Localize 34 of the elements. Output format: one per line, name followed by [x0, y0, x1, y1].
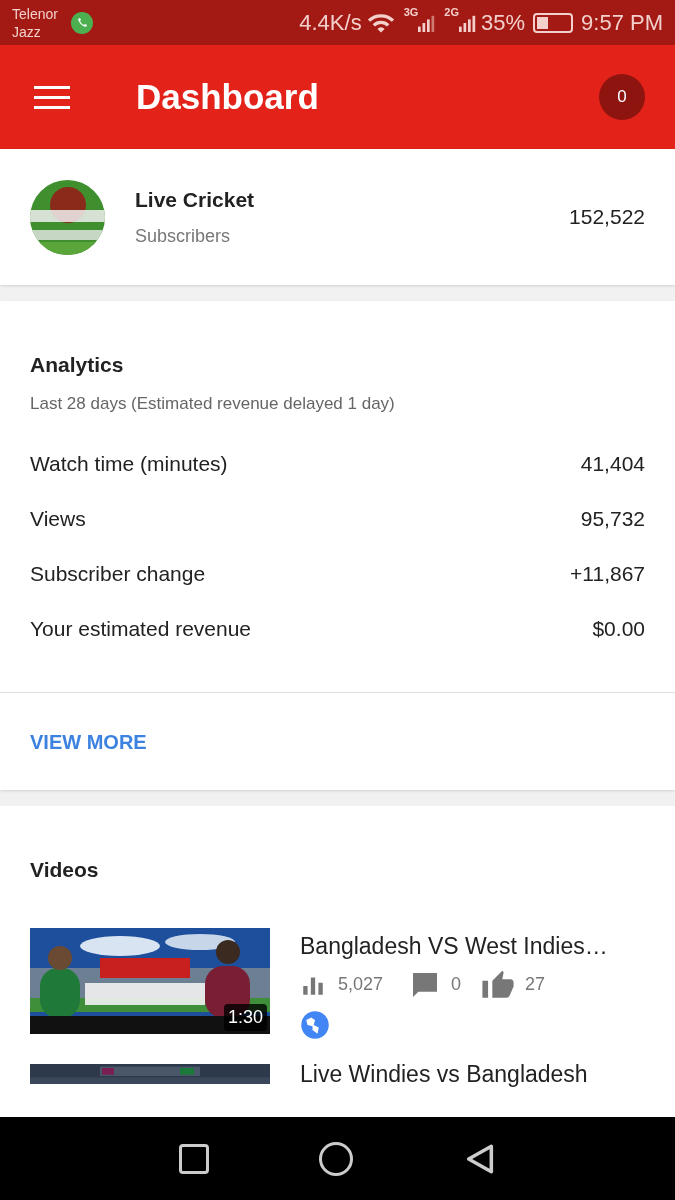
home-button[interactable]: [318, 1141, 353, 1176]
section-title: Videos: [30, 857, 100, 883]
battery-icon: [533, 12, 574, 33]
network-type: 3G: [403, 5, 419, 20]
recent-apps-button[interactable]: [178, 1143, 209, 1174]
metric-label: Your estimated revenue: [30, 615, 252, 642]
battery-percent: 35%: [481, 9, 526, 37]
view-more-button[interactable]: VIEW MORE: [30, 726, 147, 757]
channel-name: Live Cricket: [135, 186, 256, 213]
metric-label: Subscriber change: [30, 560, 206, 587]
metric-label: Views: [30, 505, 86, 532]
notification-count[interactable]: 0: [599, 74, 645, 120]
like-count: 27: [525, 973, 546, 996]
view-count: 5,027: [338, 973, 384, 996]
video-title[interactable]: Bangladesh VS West Indies…: [300, 927, 608, 964]
clock: 9:57 PM: [581, 9, 663, 37]
subscriber-count: 152,522: [569, 204, 645, 231]
comment-count: 0: [451, 973, 462, 996]
metric-label: Watch time (minutes): [30, 450, 228, 477]
menu-button[interactable]: [34, 85, 70, 109]
carrier-name: Telenor: [12, 4, 58, 23]
chat-app-icon: [69, 10, 94, 35]
video-title[interactable]: Live Windies vs Bangladesh: [300, 1055, 588, 1092]
network-speed: 4.4K/s: [299, 9, 362, 37]
network-type: 2G: [444, 5, 459, 20]
metric-value: $0.00: [592, 615, 645, 642]
metric-value: +11,867: [570, 560, 645, 587]
carrier-name: Jazz: [12, 22, 42, 41]
section-title: Analytics: [30, 352, 125, 378]
section-subtitle: Last 28 days (Estimated revenue delayed 1 day): [30, 392, 396, 415]
subscribers-label: Subscribers: [135, 225, 232, 249]
metric-value: 41,404: [580, 450, 645, 477]
metric-value: 95,732: [580, 505, 645, 532]
screen-title: Dashboard: [136, 75, 320, 118]
